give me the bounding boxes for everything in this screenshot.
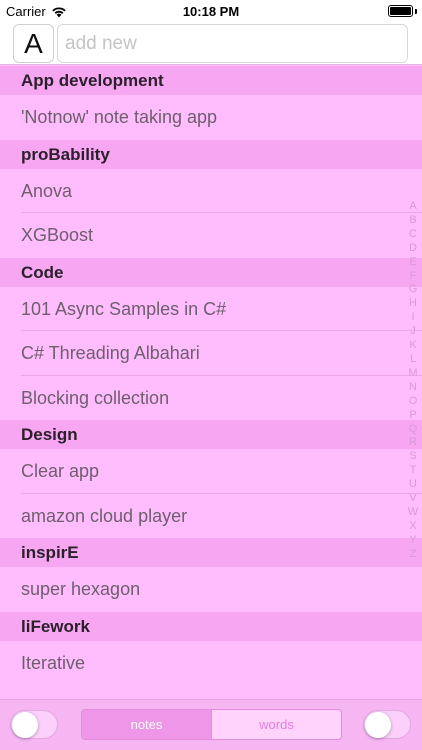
- bottom-bar: notes words: [0, 699, 422, 750]
- section-title: proBability: [21, 144, 110, 164]
- list-item[interactable]: Iterative: [0, 641, 422, 686]
- list-item-label: 101 Async Samples in C#: [21, 298, 227, 319]
- list-item-label: Clear app: [21, 461, 100, 481]
- battery-tip: [415, 9, 417, 14]
- index-letter[interactable]: F: [410, 270, 417, 284]
- list-item[interactable]: Blocking collection: [0, 376, 422, 421]
- list-item-label: super hexagon: [21, 579, 141, 599]
- index-letter[interactable]: B: [409, 214, 416, 228]
- battery-icon: [388, 5, 413, 17]
- index-letter[interactable]: I: [411, 311, 414, 325]
- toggle-knob: [12, 712, 38, 738]
- section-header: proBability: [0, 139, 422, 169]
- list-item-label: 'Notnow' note taking app: [21, 107, 218, 127]
- index-letter[interactable]: X: [409, 520, 416, 534]
- tab-notes[interactable]: notes: [82, 710, 211, 739]
- list-item[interactable]: XGBoost: [0, 213, 422, 258]
- section-header: inspirE: [0, 538, 422, 567]
- list-item-label: C# Threading Albahari: [21, 343, 200, 363]
- tab-words[interactable]: words: [211, 710, 341, 739]
- list-item[interactable]: Clear app: [0, 449, 422, 494]
- add-new-input[interactable]: [57, 24, 408, 63]
- index-letter[interactable]: N: [409, 381, 417, 395]
- index-letter[interactable]: U: [409, 478, 417, 492]
- section-title: Code: [21, 262, 64, 282]
- list-item[interactable]: super hexagon: [0, 567, 422, 612]
- index-letter[interactable]: K: [409, 339, 416, 353]
- list-item[interactable]: Anova: [0, 169, 422, 214]
- list-item[interactable]: 'Notnow' note taking app: [0, 95, 422, 140]
- section-title: inspirE: [21, 543, 79, 562]
- index-letter[interactable]: W: [408, 506, 418, 520]
- index-letter[interactable]: Q: [409, 423, 418, 437]
- right-toggle[interactable]: [363, 710, 411, 739]
- list-item-label: amazon cloud player: [21, 505, 188, 526]
- section-header: Code: [0, 257, 422, 287]
- header: A: [0, 22, 422, 65]
- list-item[interactable]: amazon cloud player: [0, 494, 422, 539]
- index-letter[interactable]: S: [409, 450, 416, 464]
- status-time: 10:18 PM: [182, 4, 240, 19]
- section-title: App development: [21, 71, 164, 90]
- index-letter[interactable]: L: [410, 353, 416, 367]
- index-letter[interactable]: R: [409, 436, 417, 450]
- status-bar: Carrier 10:18 PM: [0, 0, 422, 22]
- index-letter[interactable]: P: [409, 409, 416, 423]
- list-item[interactable]: 101 Async Samples in C#: [0, 287, 422, 332]
- notes-words-segmented-control[interactable]: notes words: [81, 709, 342, 740]
- alphabet-index[interactable]: ABCDEFGHIJKLMNOPQRSTUVWXYZ: [407, 200, 419, 562]
- section-title: Design: [21, 425, 78, 444]
- index-letter[interactable]: E: [409, 256, 416, 270]
- list-item-label: Iterative: [21, 652, 86, 673]
- index-letter[interactable]: M: [408, 367, 417, 381]
- index-letter[interactable]: O: [409, 395, 418, 409]
- notes-list[interactable]: App development 'Notnow' note taking app p…: [0, 66, 422, 699]
- index-letter[interactable]: T: [410, 464, 417, 478]
- section-header: Design: [0, 420, 422, 449]
- index-letter[interactable]: G: [409, 283, 418, 297]
- index-letter[interactable]: Z: [410, 548, 417, 562]
- section-header: App development: [0, 66, 422, 95]
- index-letter[interactable]: D: [409, 242, 417, 256]
- section-header: liFework: [0, 611, 422, 641]
- index-letter[interactable]: C: [409, 228, 417, 242]
- list-item-label: Blocking collection: [21, 387, 170, 408]
- toggle-knob: [365, 712, 391, 738]
- list-item[interactable]: C# Threading Albahari: [0, 331, 422, 376]
- index-letter[interactable]: V: [409, 492, 416, 506]
- az-index-button[interactable]: A: [13, 24, 54, 63]
- left-toggle[interactable]: [10, 710, 58, 739]
- section-title: liFework: [21, 616, 90, 636]
- index-letter[interactable]: Y: [409, 534, 416, 548]
- index-letter[interactable]: J: [410, 325, 416, 339]
- index-letter[interactable]: A: [409, 200, 416, 214]
- list-item-label: Anova: [21, 180, 73, 201]
- list-item-label: XGBoost: [21, 225, 94, 245]
- index-letter[interactable]: H: [409, 297, 417, 311]
